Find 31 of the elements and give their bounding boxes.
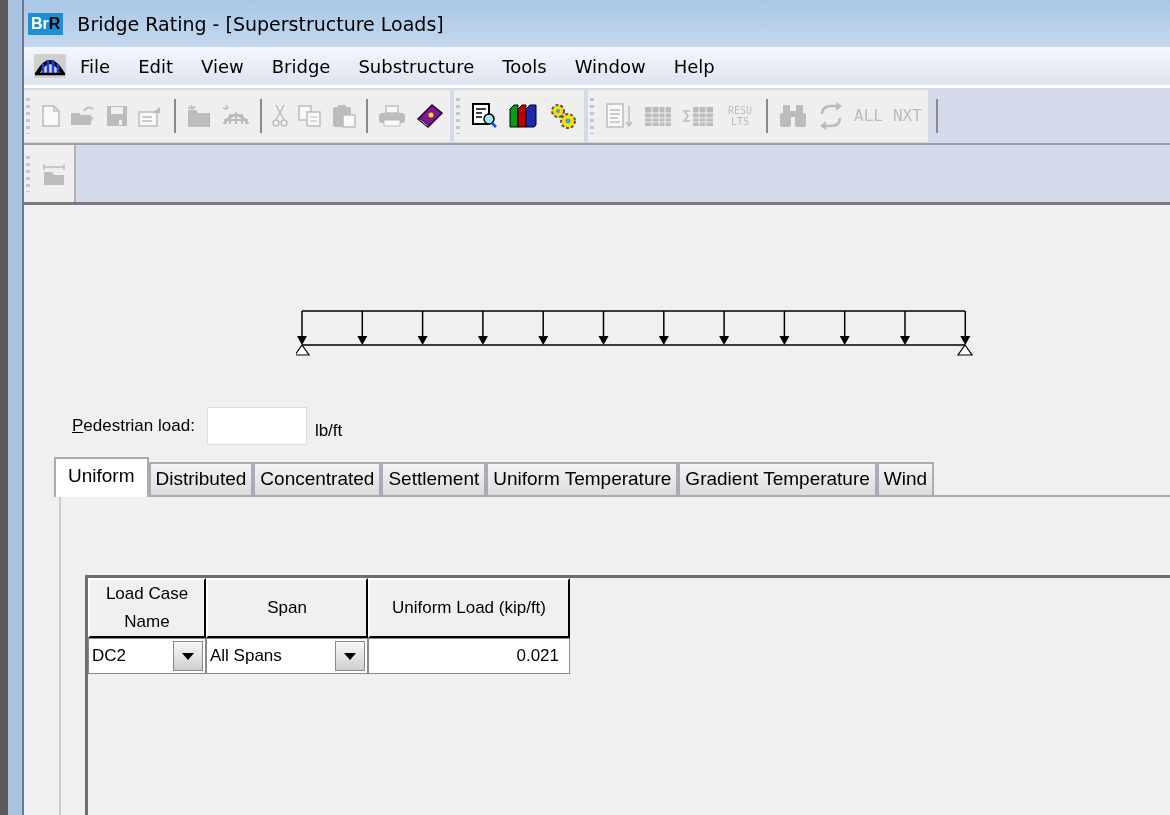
pedestrian-load-field[interactable] <box>206 407 307 445</box>
span-dropdown[interactable]: All Spans <box>207 639 367 673</box>
tab[interactable]: Gradient Temperature <box>678 462 877 495</box>
menu-item[interactable]: Tools <box>502 55 561 77</box>
table-cell[interactable]: 0.021 <box>368 638 570 674</box>
tab[interactable]: Uniform Temperature <box>486 462 679 495</box>
tab[interactable]: Uniform <box>54 457 149 497</box>
gears-icon[interactable] <box>548 101 578 130</box>
column-header: Uniform Load (kip/ft) <box>392 598 546 617</box>
menu-item[interactable]: Substructure <box>358 55 489 77</box>
menu-item[interactable]: Window <box>574 55 660 77</box>
column-header: Span <box>267 598 307 617</box>
column-header: Load Case Name <box>105 584 189 631</box>
window-title: Bridge Rating - [Superstructure Loads] <box>77 12 444 35</box>
tab[interactable]: Settlement <box>381 462 487 495</box>
menu-item[interactable]: File <box>80 55 125 77</box>
menu-item[interactable]: Bridge <box>271 55 345 77</box>
pedestrian-load-label: Pedestrian load: <box>72 416 195 436</box>
load-case-dropdown[interactable]: DC2 <box>89 639 205 673</box>
app-logo: BrR <box>28 12 64 35</box>
menu-item[interactable]: Edit <box>138 55 187 77</box>
tab[interactable]: Distributed <box>148 462 254 495</box>
bridge-arch-icon[interactable] <box>34 54 66 79</box>
report-magnifier-icon[interactable] <box>472 102 498 129</box>
help-book-icon[interactable] <box>416 102 444 129</box>
books-icon[interactable] <box>508 102 538 129</box>
menu-item[interactable]: View <box>201 55 258 77</box>
menu-item[interactable]: Help <box>673 55 729 77</box>
unit-label: lb/ft <box>314 421 343 441</box>
tab[interactable]: Concentrated <box>253 462 382 495</box>
tab[interactable]: Wind <box>876 462 935 495</box>
